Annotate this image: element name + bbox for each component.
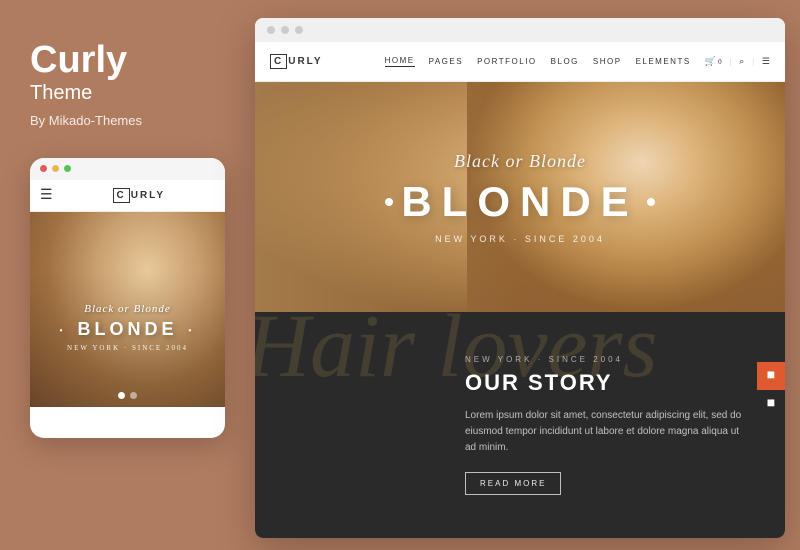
mobile-nav: ☰ CURLY — [30, 180, 225, 212]
hero-blonde-text: BLONDE — [385, 178, 654, 226]
mobile-logo: CURLY — [113, 190, 166, 201]
desktop-navbar: CURLY HOME PAGES PORTFOLIO BLOG SHOP ELE… — [255, 42, 785, 82]
hero-bullet-right — [647, 198, 655, 206]
mobile-overlay-text: Black or Blonde • BLONDE • NEW YORK · SI… — [30, 303, 225, 352]
nav-divider: | — [730, 57, 732, 66]
nav-link-home[interactable]: HOME — [385, 56, 415, 67]
bullet-left: • — [60, 326, 67, 335]
hero-script-text: Black or Blonde — [454, 151, 586, 172]
page-dot-1[interactable] — [118, 392, 125, 399]
mobile-since: NEW YORK · SINCE 2004 — [30, 344, 225, 352]
mobile-hero: Black or Blonde • BLONDE • NEW YORK · SI… — [30, 212, 225, 407]
brand-by: By Mikado-Themes — [30, 113, 215, 128]
cart-icon[interactable]: 🛒 0 — [705, 56, 722, 67]
dark-heading: OUR STORY — [465, 370, 745, 396]
mobile-dot-red — [40, 165, 47, 172]
desktop-logo-c: C — [270, 54, 287, 69]
mobile-mockup: ☰ CURLY Black or Blonde • BLONDE • NEW Y… — [30, 158, 225, 438]
bullet-right: • — [189, 326, 196, 335]
mobile-pagination — [30, 392, 225, 399]
menu-icon[interactable]: ☰ — [762, 56, 770, 67]
mobile-top-bar — [30, 158, 225, 180]
mobile-dot-yellow — [52, 165, 59, 172]
brand-subtitle: Theme — [30, 82, 215, 105]
nav-link-portfolio[interactable]: PORTFOLIO — [477, 57, 537, 66]
left-panel: Curly Theme By Mikado-Themes ☰ CURLY Bla… — [0, 0, 245, 550]
desktop-nav-icons: 🛒 0 | ⌕ | ☰ — [705, 56, 770, 67]
dark-tag: NEW YORK · SINCE 2004 — [465, 355, 745, 364]
dark-body-text: Lorem ipsum dolor sit amet, consectetur … — [465, 408, 745, 456]
nav-divider-2: | — [752, 57, 754, 66]
brand-title: Curly — [30, 40, 215, 82]
mobile-blonde-text: • BLONDE • — [30, 319, 225, 340]
mobile-logo-c: C — [113, 188, 130, 203]
desktop-dot-1 — [267, 26, 275, 34]
mobile-script-text: Black or Blonde — [30, 303, 225, 315]
desktop-nav-links: HOME PAGES PORTFOLIO BLOG SHOP ELEMENTS — [385, 56, 691, 67]
hamburger-icon[interactable]: ☰ — [40, 187, 53, 204]
desktop-hero-section: Black or Blonde BLONDE NEW YORK · SINCE … — [255, 82, 785, 312]
hero-bullet-left — [385, 198, 393, 206]
nav-link-pages[interactable]: PAGES — [429, 57, 463, 66]
read-more-button[interactable]: READ MORE — [465, 472, 561, 495]
desktop-mockup: CURLY HOME PAGES PORTFOLIO BLOG SHOP ELE… — [255, 18, 785, 538]
nav-link-elements[interactable]: ELEMENTS — [636, 57, 691, 66]
nav-link-shop[interactable]: SHOP — [593, 57, 622, 66]
dark-content: NEW YORK · SINCE 2004 OUR STORY Lorem ip… — [255, 325, 785, 525]
mobile-dot-green — [64, 165, 71, 172]
hero-since-text: NEW YORK · SINCE 2004 — [435, 234, 605, 244]
page-dot-2[interactable] — [130, 392, 137, 399]
desktop-dot-2 — [281, 26, 289, 34]
desktop-logo: CURLY — [270, 56, 323, 67]
desktop-hero-overlay: Black or Blonde BLONDE NEW YORK · SINCE … — [255, 82, 785, 312]
desktop-top-bar — [255, 18, 785, 42]
nav-link-blog[interactable]: BLOG — [551, 57, 579, 66]
desktop-dot-3 — [295, 26, 303, 34]
search-icon[interactable]: ⌕ — [739, 56, 744, 67]
desktop-dark-section: Hair lovers NEW YORK · SINCE 2004 OUR ST… — [255, 312, 785, 538]
